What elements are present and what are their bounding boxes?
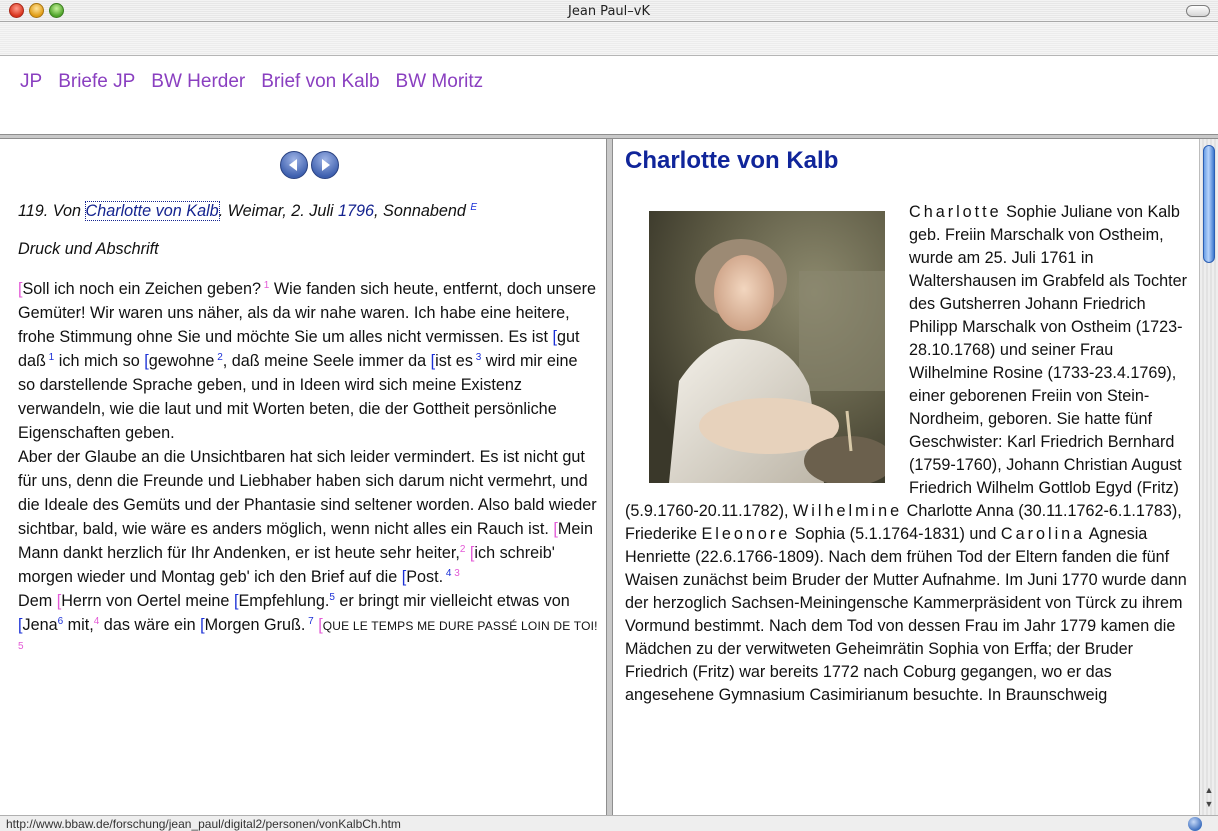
arrow-left-icon — [289, 159, 297, 171]
letter-number: 119. Von — [18, 202, 86, 220]
window-title: Jean Paul–vK — [568, 4, 650, 19]
letter-body: [Soll ich noch ein Zeichen geben? 1 Wie … — [18, 280, 598, 652]
scroll-down-arrow[interactable]: ▼ — [1203, 797, 1215, 811]
status-bar: http://www.bbaw.de/forschung/jean_paul/d… — [0, 815, 1218, 831]
letter-navigation — [280, 151, 339, 179]
scrollbar-thumb[interactable] — [1203, 145, 1215, 263]
title-bar: Jean Paul–vK — [0, 0, 1218, 22]
footnote-marker[interactable]: 3 — [473, 352, 482, 363]
footnote-marker[interactable]: 2 — [460, 544, 466, 555]
footnote-marker[interactable]: 7 — [305, 616, 314, 627]
biography-title: Charlotte von Kalb — [625, 147, 839, 174]
heading-footnote[interactable]: E — [470, 202, 477, 213]
status-url: http://www.bbaw.de/forschung/jean_paul/d… — [6, 817, 401, 831]
footnote-marker[interactable]: 5 — [329, 592, 335, 603]
toolbar-toggle-button[interactable] — [1186, 5, 1210, 17]
nav-links: JP Briefe JP BW Herder Brief von Kalb BW… — [20, 71, 483, 93]
status-icon — [1188, 817, 1202, 831]
nav-link-jp[interactable]: JP — [20, 71, 42, 93]
arrow-right-icon — [322, 159, 330, 171]
footnote-marker[interactable]: 2 — [214, 352, 223, 363]
frame-divider-vertical[interactable] — [606, 139, 613, 815]
biography-pane: Charlotte von Kalb Charlotte Sophie Juli… — [613, 139, 1199, 815]
footnote-marker[interactable]: 1 — [46, 352, 55, 363]
letter-weekday: , Sonnabend — [374, 202, 471, 220]
nav-link-brief-von-kalb[interactable]: Brief von Kalb — [261, 71, 379, 93]
footnote-marker[interactable]: 5 — [18, 641, 24, 652]
scroll-up-arrow[interactable]: ▲ — [1203, 783, 1215, 797]
footnote-marker[interactable]: 4 — [94, 616, 100, 627]
navigation-frame: JP Briefe JP BW Herder Brief von Kalb BW… — [0, 57, 1218, 134]
letter-pane: 119. Von Charlotte von Kalb. Weimar, 2. … — [0, 139, 606, 815]
biography-text: Charlotte Sophie Juliane von Kalb geb. F… — [625, 203, 1188, 704]
previous-letter-button[interactable] — [280, 151, 308, 179]
next-letter-button[interactable] — [311, 151, 339, 179]
nav-link-bw-herder[interactable]: BW Herder — [151, 71, 245, 93]
letter-place-date: . Weimar, 2. Juli — [218, 202, 339, 220]
letter-text: 119. Von Charlotte von Kalb. Weimar, 2. … — [18, 199, 598, 662]
letter-heading: 119. Von Charlotte von Kalb. Weimar, 2. … — [18, 199, 598, 223]
footnote-marker[interactable]: 6 — [58, 616, 64, 627]
vertical-scrollbar[interactable]: ▲ ▼ — [1199, 139, 1218, 815]
top-frame-strip — [0, 22, 1218, 56]
person-link[interactable]: Charlotte von Kalb — [84, 201, 220, 221]
footnote-marker[interactable]: 1 — [261, 280, 270, 291]
nav-link-bw-moritz[interactable]: BW Moritz — [396, 71, 484, 93]
nav-link-briefe-jp[interactable]: Briefe JP — [58, 71, 135, 93]
letter-source: Druck und Abschrift — [18, 240, 159, 258]
footnote-marker[interactable]: 3 — [451, 568, 460, 579]
year-link[interactable]: 1796 — [338, 202, 374, 220]
